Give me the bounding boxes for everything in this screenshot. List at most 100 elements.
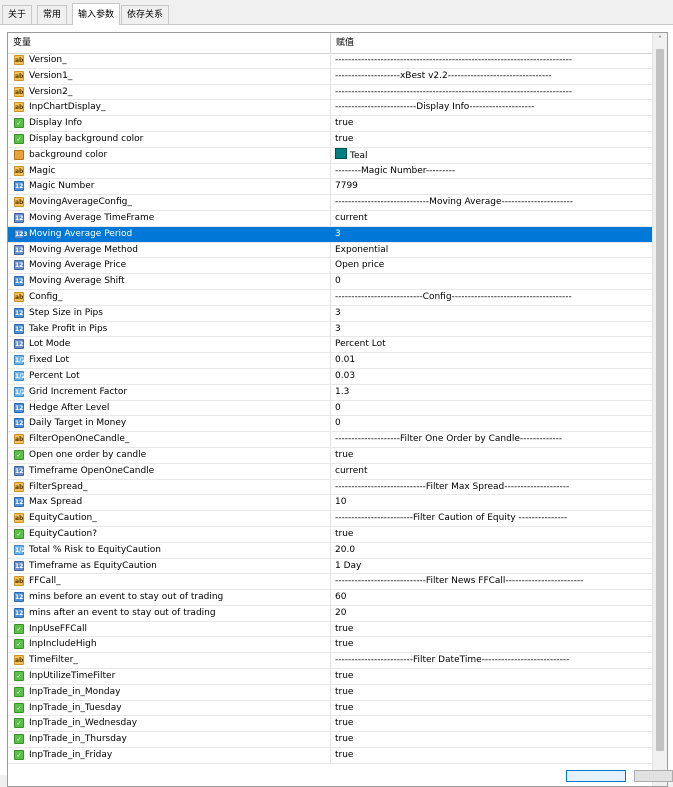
tab-about[interactable]: 关于 <box>2 5 33 24</box>
parameter-row[interactable]: ab InpChartDisplay_ ----------------------… <box>8 100 653 117</box>
parameter-row[interactable]: ✓ InpIncludeHigh true <box>8 637 653 654</box>
tab-common[interactable]: 常用 <box>37 5 68 24</box>
parameter-row[interactable]: 123 Timeframe as EquityCaution 1 Day <box>8 558 653 575</box>
parameter-value[interactable]: true <box>335 716 353 731</box>
parameter-value[interactable]: ----------------------------------------… <box>335 53 572 68</box>
parameter-value[interactable]: true <box>335 748 353 763</box>
parameter-value[interactable]: true <box>335 132 353 147</box>
parameter-value[interactable]: --------------------xBest v2.2----------… <box>335 69 552 84</box>
parameter-row[interactable]: 123 Timeframe OpenOneCandle current <box>8 463 653 480</box>
scroll-up-arrow-icon[interactable]: ˄ <box>653 33 667 47</box>
parameter-value[interactable]: 0 <box>335 416 341 431</box>
parameter-value[interactable]: 0.01 <box>335 353 355 368</box>
parameter-row[interactable]: ab EquityCaution_ ------------------------… <box>8 511 653 527</box>
parameter-value[interactable]: --------Magic Number--------- <box>335 164 455 179</box>
parameter-value[interactable]: true <box>335 527 353 542</box>
parameter-row[interactable]: ab Version2_ -----------------------------… <box>8 84 653 101</box>
parameter-value[interactable]: 1.3 <box>335 385 349 400</box>
parameter-value[interactable]: 0.03 <box>335 369 355 384</box>
parameter-value[interactable]: ----------------------------Filter News … <box>335 574 583 589</box>
parameter-value[interactable]: true <box>335 732 353 747</box>
cancel-button[interactable] <box>634 770 673 782</box>
vertical-scrollbar[interactable]: ˄ ˅ <box>652 33 667 786</box>
scrollbar-thumb[interactable] <box>656 49 664 751</box>
tab-dependencies[interactable]: 依存关系 <box>121 5 170 24</box>
parameter-row[interactable]: ✓ InpTrade_in_Monday true <box>8 684 653 701</box>
parameter-value[interactable]: ---------------------------Config-------… <box>335 290 572 305</box>
parameter-value[interactable]: Open price <box>335 258 384 273</box>
parameter-value[interactable]: ------------------------Filter Caution o… <box>335 511 567 526</box>
parameter-row[interactable]: ab Config_ ---------------------------Conf… <box>8 289 653 306</box>
parameter-value[interactable]: 3 <box>335 227 341 242</box>
parameter-row[interactable]: ab FilterSpread_ -------------------------… <box>8 479 653 496</box>
parameter-row[interactable]: 123 Magic Number 7799 <box>8 179 653 196</box>
parameter-row[interactable]: ab FilterOpenOneCandle_ ------------------… <box>8 432 653 448</box>
parameter-row[interactable]: 123 Lot Mode Percent Lot <box>8 337 653 354</box>
ok-button[interactable] <box>566 770 626 782</box>
parameter-value[interactable]: current <box>335 464 367 479</box>
parameter-value[interactable]: true <box>335 622 353 637</box>
color-swatch[interactable] <box>335 147 347 159</box>
parameter-row[interactable]: 123 Moving Average TimeFrame current <box>8 210 653 227</box>
parameter-value[interactable]: true <box>335 685 353 700</box>
parameter-row[interactable]: 123 Daily Target in Money 0 <box>8 416 653 433</box>
parameter-value[interactable]: 0 <box>335 274 341 289</box>
parameter-row[interactable]: 123 Moving Average Period 3 <box>8 226 653 243</box>
parameter-row[interactable]: 123 Moving Average Shift 0 <box>8 274 653 290</box>
parameter-value[interactable]: ----------------------------------------… <box>335 85 572 100</box>
parameter-row[interactable]: ✓ Display Info true <box>8 116 653 132</box>
parameter-row[interactable]: 1/2 Fixed Lot 0.01 <box>8 353 653 369</box>
parameter-value[interactable]: Teal <box>335 147 368 164</box>
parameter-value[interactable]: 7799 <box>335 179 358 194</box>
parameter-row[interactable]: 123 mins before an event to stay out of t… <box>8 590 653 606</box>
parameter-row[interactable]: 1/2 Total % Risk to EquityCaution 20.0 <box>8 542 653 559</box>
parameter-value[interactable]: 60 <box>335 590 346 605</box>
parameter-row[interactable]: ✓ InpTrade_in_Friday true <box>8 748 653 764</box>
parameter-row[interactable]: ab Magic --------Magic Number--------- <box>8 163 653 180</box>
parameter-row[interactable]: ✓ InpUseFFCall true <box>8 621 653 638</box>
parameter-row[interactable]: 123 Step Size in Pips 3 <box>8 305 653 322</box>
parameter-row[interactable]: 1/2 Grid Increment Factor 1.3 <box>8 384 653 401</box>
parameter-row[interactable]: 123 mins after an event to stay out of tr… <box>8 605 653 622</box>
parameter-value[interactable]: true <box>335 669 353 684</box>
parameter-row[interactable]: ab Version1_ --------------------xBest v2.… <box>8 68 653 85</box>
parameter-value[interactable]: ----------------------------Filter Max S… <box>335 480 569 495</box>
parameter-value[interactable]: Percent Lot <box>335 337 386 352</box>
parameter-row[interactable]: ✓ Open one order by candle true <box>8 447 653 464</box>
parameter-row[interactable]: ab TimeFilter_ ------------------------Fil… <box>8 653 653 670</box>
parameter-row[interactable]: ✓ EquityCaution? true <box>8 526 653 543</box>
tab-inputs[interactable]: 输入参数 <box>72 3 121 25</box>
parameter-value[interactable]: true <box>335 116 353 131</box>
parameter-row[interactable]: ✓ Display background color true <box>8 131 653 148</box>
parameter-row[interactable]: 1/2 Percent Lot 0.03 <box>8 368 653 385</box>
parameter-value[interactable]: --------------------Filter One Order by … <box>335 432 562 447</box>
parameter-value[interactable]: 3 <box>335 306 341 321</box>
parameter-row[interactable]: ab MovingAverageConfig_ ------------------… <box>8 195 653 211</box>
parameter-value[interactable]: 3 <box>335 322 341 337</box>
parameter-value[interactable]: true <box>335 701 353 716</box>
parameter-row[interactable]: 123 Take Profit in Pips 3 <box>8 321 653 338</box>
parameter-value[interactable]: 20 <box>335 606 346 621</box>
parameter-row[interactable]: 123 Max Spread 10 <box>8 495 653 512</box>
parameter-row[interactable]: ab Version_ ------------------------------… <box>8 53 653 69</box>
parameter-row[interactable]: ✓ InpTrade_in_Tuesday true <box>8 700 653 717</box>
parameter-value[interactable]: 10 <box>335 495 346 510</box>
parameter-row[interactable]: background color Teal <box>8 147 653 164</box>
parameter-row[interactable]: 123 Moving Average Price Open price <box>8 258 653 275</box>
parameter-value[interactable]: current <box>335 211 367 226</box>
variable-column-header[interactable]: 变量 <box>13 33 31 53</box>
parameter-value[interactable]: -----------------------------Moving Aver… <box>335 195 573 210</box>
parameter-row[interactable]: ab FFCall_ ----------------------------Fil… <box>8 574 653 591</box>
parameter-row[interactable]: 123 Hedge After Level 0 <box>8 400 653 417</box>
parameter-value[interactable]: -------------------------Display Info---… <box>335 100 534 115</box>
parameter-value[interactable]: 20.0 <box>335 543 355 558</box>
parameter-value[interactable]: true <box>335 448 353 463</box>
parameter-value[interactable]: true <box>335 637 353 652</box>
column-divider[interactable] <box>330 33 331 53</box>
parameter-row[interactable]: ✓ InpUtilizeTimeFilter true <box>8 669 653 685</box>
parameter-row[interactable]: ✓ InpTrade_in_Wednesday true <box>8 716 653 733</box>
parameter-value[interactable]: 1 Day <box>335 559 361 574</box>
parameter-value[interactable]: 0 <box>335 401 341 416</box>
parameter-row[interactable]: ✓ InpTrade_in_Thursday true <box>8 732 653 749</box>
parameter-row[interactable]: 123 Moving Average Method Exponential <box>8 242 653 259</box>
